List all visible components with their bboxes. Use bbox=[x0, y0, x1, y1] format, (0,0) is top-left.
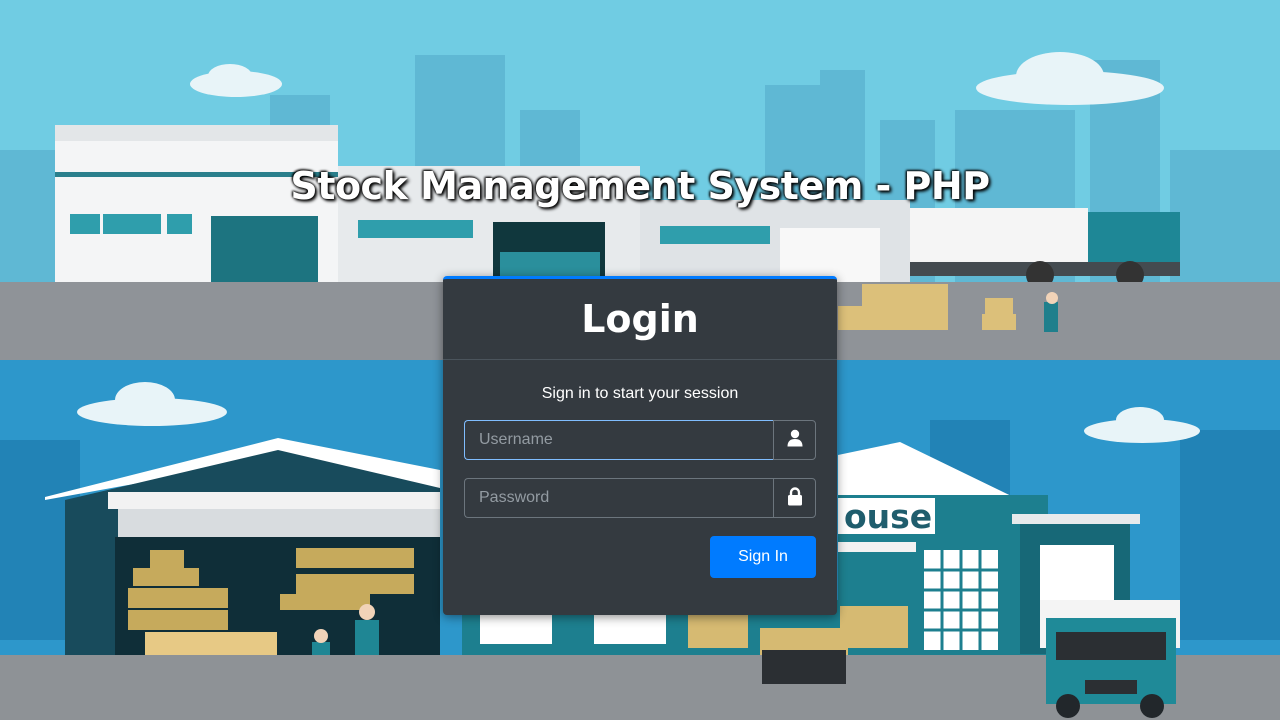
username-input[interactable] bbox=[464, 420, 773, 460]
password-addon bbox=[773, 478, 816, 518]
login-title: Login bbox=[581, 297, 699, 341]
login-card: Login Sign in to start your session User… bbox=[443, 276, 837, 615]
username-addon bbox=[773, 420, 816, 460]
lock-icon bbox=[787, 486, 803, 510]
sign-in-button[interactable]: Sign In bbox=[710, 536, 816, 578]
login-subtitle: Sign in to start your session bbox=[541, 385, 739, 402]
form-actions: Sign In bbox=[464, 536, 816, 578]
login-card-header: Login bbox=[443, 279, 837, 360]
username-group bbox=[464, 420, 816, 460]
app-title: Stock Management System - PHP bbox=[290, 164, 990, 208]
login-form: Sign in to start your session Username S… bbox=[443, 385, 837, 578]
warehouse-sign: ouse bbox=[844, 497, 932, 536]
password-input[interactable] bbox=[464, 478, 773, 518]
user-icon bbox=[787, 429, 803, 451]
password-group bbox=[464, 478, 816, 518]
